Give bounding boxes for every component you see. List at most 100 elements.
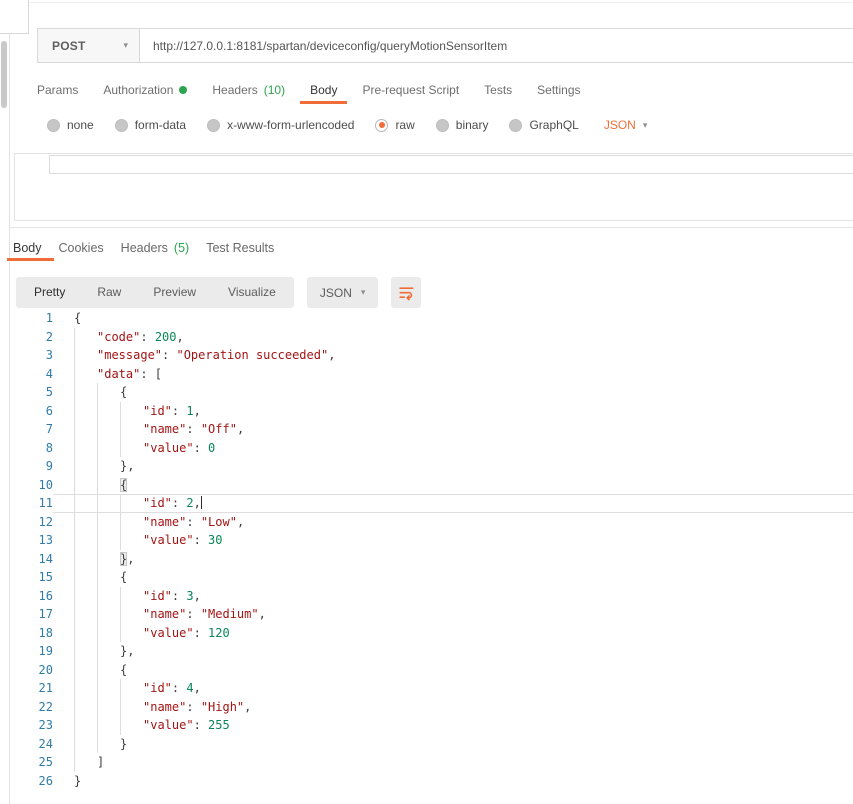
indent-guide <box>120 605 143 624</box>
request-tab-label: Tests <box>484 83 512 97</box>
code-line[interactable]: 23"value": 255 <box>10 716 853 735</box>
code-line[interactable]: 20{ <box>10 661 853 680</box>
code-line[interactable]: 21"id": 4, <box>10 679 853 698</box>
code-line-content: { <box>53 568 853 587</box>
method-dropdown[interactable]: POST ▾ <box>37 28 140 63</box>
body-type-form-data[interactable]: form-data <box>115 118 186 132</box>
code-token: { <box>120 570 127 584</box>
body-type-none[interactable]: none <box>47 118 94 132</box>
chevron-down-icon: ▾ <box>361 288 366 297</box>
line-number: 15 <box>10 568 53 587</box>
code-line[interactable]: 14}, <box>10 550 853 569</box>
code-line[interactable]: 22"name": "High", <box>10 698 853 717</box>
code-token: : <box>172 589 186 603</box>
code-line[interactable]: 12"name": "Low", <box>10 513 853 532</box>
code-token: "name" <box>143 515 186 529</box>
code-line[interactable]: 5{ <box>10 383 853 402</box>
indent-guide <box>97 587 120 606</box>
body-type-binary[interactable]: binary <box>436 118 489 132</box>
vertical-scrollbar-thumb[interactable] <box>1 41 7 108</box>
code-token: "Medium" <box>201 607 259 621</box>
code-line[interactable]: 19}, <box>10 642 853 661</box>
code-token: "id" <box>143 496 172 510</box>
indent-guide <box>74 735 97 754</box>
request-body-editor[interactable]: 1 <box>14 153 853 221</box>
indent-guide <box>97 605 120 624</box>
code-line-content: { <box>53 309 853 328</box>
response-tab-cookies[interactable]: Cookies <box>59 234 104 261</box>
code-line[interactable]: 11"id": 2, <box>10 494 853 513</box>
radio-icon <box>47 119 60 132</box>
code-line[interactable]: 9}, <box>10 457 853 476</box>
indent-guide <box>74 365 97 384</box>
response-tabs: Body Cookies Headers(5) Test Results <box>13 234 274 261</box>
code-line[interactable]: 13"value": 30 <box>10 531 853 550</box>
request-tab-count: (10) <box>264 83 285 97</box>
code-line[interactable]: 24} <box>10 735 853 754</box>
indent-guide <box>74 328 97 347</box>
request-tab-settings[interactable]: Settings <box>537 75 580 104</box>
request-tab-body[interactable]: Body <box>310 75 337 104</box>
line-number: 12 <box>10 513 53 532</box>
view-preview-button[interactable]: Preview <box>137 277 212 308</box>
url-input[interactable]: http://127.0.0.1:8181/spartan/deviceconf… <box>139 28 853 63</box>
indent-guide <box>74 624 97 643</box>
request-tab-label: Settings <box>537 83 580 97</box>
code-line[interactable]: 7"name": "Off", <box>10 420 853 439</box>
code-line[interactable]: 2"code": 200, <box>10 328 853 347</box>
indent-guide <box>97 495 120 512</box>
indent-guide <box>74 587 97 606</box>
code-line[interactable]: 25] <box>10 753 853 772</box>
code-line[interactable]: 10{ <box>10 476 853 495</box>
indent-guide <box>74 457 97 476</box>
code-line[interactable]: 8"value": 0 <box>10 439 853 458</box>
code-token: }, <box>120 459 134 473</box>
code-token: "id" <box>143 681 172 695</box>
code-token: "value" <box>143 533 194 547</box>
request-tab-pre-request-script[interactable]: Pre-request Script <box>362 75 459 104</box>
response-tab-headers[interactable]: Headers(5) <box>121 234 190 261</box>
body-type-graphql[interactable]: GraphQL <box>509 118 578 132</box>
indent-guide <box>74 550 97 569</box>
request-tab-authorization[interactable]: Authorization <box>103 75 187 104</box>
raw-format-dropdown[interactable]: JSON ▾ <box>604 118 648 132</box>
code-token: : <box>186 515 200 529</box>
indent-guide <box>120 402 143 421</box>
indent-guide <box>97 735 120 754</box>
indent-guide <box>74 383 97 402</box>
radio-icon <box>115 119 128 132</box>
code-line[interactable]: 17"name": "Medium", <box>10 605 853 624</box>
code-line[interactable]: 1{ <box>10 309 853 328</box>
request-tab-params[interactable]: Params <box>37 75 78 104</box>
indent-guide <box>74 402 97 421</box>
response-tab-body[interactable]: Body <box>13 234 42 261</box>
body-type-raw[interactable]: raw <box>375 118 414 132</box>
raw-format-label: JSON <box>604 118 636 132</box>
view-visualize-button[interactable]: Visualize <box>212 277 292 308</box>
indent-guide <box>97 698 120 717</box>
line-number: 18 <box>10 624 53 643</box>
code-line[interactable]: 4"data": [ <box>10 365 853 384</box>
code-line[interactable]: 26} <box>10 772 853 791</box>
code-token: : <box>140 330 154 344</box>
code-token: , <box>194 404 201 418</box>
code-line[interactable]: 15 { <box>10 568 853 587</box>
code-line-content: "name": "High", <box>53 698 853 717</box>
code-token: "message" <box>97 348 162 362</box>
request-tab-headers[interactable]: Headers(10) <box>212 75 285 104</box>
code-token: , <box>194 589 201 603</box>
code-line[interactable]: 16"id": 3, <box>10 587 853 606</box>
view-pretty-button[interactable]: Pretty <box>18 277 81 308</box>
view-raw-button[interactable]: Raw <box>81 277 137 308</box>
response-tab-test-results[interactable]: Test Results <box>206 234 274 261</box>
code-line[interactable]: 3"message": "Operation succeeded", <box>10 346 853 365</box>
response-format-dropdown[interactable]: JSON ▾ <box>307 277 379 308</box>
request-tab-tests[interactable]: Tests <box>484 75 512 104</box>
code-line-content: "id": 2, <box>53 494 853 513</box>
wrap-text-button[interactable] <box>391 277 421 308</box>
body-type-x-www-form-urlencoded[interactable]: x-www-form-urlencoded <box>207 118 354 132</box>
code-line[interactable]: 18"value": 120 <box>10 624 853 643</box>
indent-guide <box>120 439 143 458</box>
code-line[interactable]: 6"id": 1, <box>10 402 853 421</box>
chevron-down-icon: ▾ <box>643 121 648 130</box>
